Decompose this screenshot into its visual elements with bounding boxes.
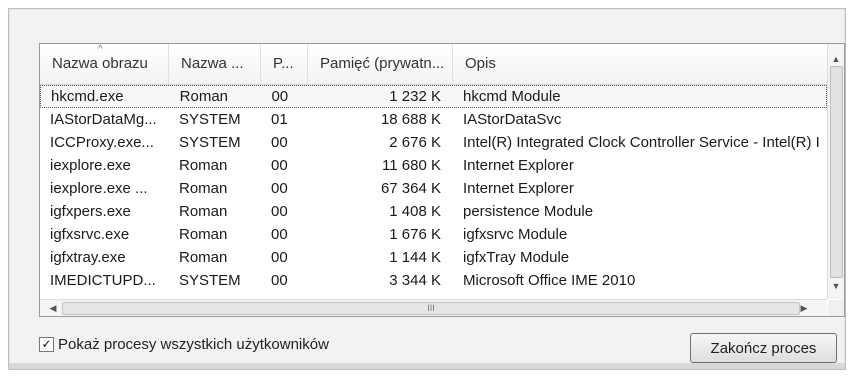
list-header: ^ Nazwa obrazu Nazwa ... P... Pamięć (pr… — [40, 44, 827, 85]
scroll-down-arrow-icon[interactable]: ▼ — [828, 277, 844, 295]
process-image-name: hkcmd.exe — [51, 88, 124, 105]
process-row[interactable]: iexplore.exe ... Roman 00 67 364 K Internet … — [40, 177, 827, 200]
process-list[interactable]: ^ Nazwa obrazu Nazwa ... P... Pamięć (pr… — [39, 43, 845, 317]
process-row[interactable]: IAStorDataMg... SYSTEM 01 18 688 K IAStorDat… — [40, 108, 827, 131]
process-image-name: iexplore.exe ... — [50, 180, 148, 197]
process-image-name: IAStorDataMg... — [50, 111, 157, 128]
process-description: igfxsrvc Module — [463, 226, 568, 243]
horizontal-scroll-thumb[interactable]: III — [62, 302, 800, 315]
process-user-name: SYSTEM — [179, 272, 241, 289]
process-private-memory: 11 680 K — [382, 157, 441, 174]
process-cpu: 01 — [271, 111, 288, 128]
column-header-cpu[interactable]: P... — [261, 44, 308, 84]
process-user-name: Roman — [179, 226, 228, 243]
process-row[interactable]: iexplore.exe Roman 00 11 680 K Internet Expl… — [40, 154, 827, 177]
process-private-memory: 2 676 K — [389, 134, 441, 151]
process-description: Internet Explorer — [463, 157, 574, 174]
process-cpu: 00 — [271, 249, 288, 266]
process-description: igfxTray Module — [463, 249, 570, 266]
scrollbar-corner — [828, 300, 844, 316]
process-private-memory: 67 364 K — [380, 180, 441, 197]
process-rows: hkcmd.exe Roman 00 1 232 K hkcmd Module IASto… — [40, 85, 827, 292]
process-user-name: SYSTEM — [179, 111, 241, 128]
vertical-scrollbar[interactable]: ▲ ▼ — [827, 44, 844, 299]
vertical-scroll-thumb[interactable] — [830, 66, 843, 278]
process-description: Microsoft Office IME 2010 — [463, 272, 636, 289]
process-user-name: Roman — [179, 203, 228, 220]
checkmark-icon: ✓ — [41, 336, 52, 351]
column-header-description[interactable]: Opis — [453, 44, 827, 84]
process-image-name: igfxtray.exe — [50, 249, 126, 266]
scroll-grip-icon: III — [427, 303, 435, 313]
process-user-name: Roman — [179, 180, 228, 197]
process-cpu: 00 — [271, 203, 288, 220]
show-all-users-checkbox[interactable]: ✓ — [39, 336, 54, 352]
scroll-right-arrow-icon[interactable]: ▶ — [795, 300, 813, 316]
end-process-button[interactable]: Zakończ proces — [690, 333, 837, 363]
process-user-name: Roman — [179, 157, 228, 174]
process-row[interactable]: igfxsrvc.exe Roman 00 1 676 K igfxsrvc Modul… — [40, 223, 827, 246]
process-image-name: IMEDICTUPD... — [50, 272, 156, 289]
process-cpu: 00 — [271, 272, 288, 289]
process-private-memory: 1 232 K — [389, 88, 441, 105]
show-all-users-label: Pokaż procesy wszystkich użytkowników — [58, 335, 329, 353]
process-cpu: 00 — [271, 134, 288, 151]
process-private-memory: 3 344 K — [389, 272, 441, 289]
scroll-left-arrow-icon[interactable]: ◀ — [44, 300, 62, 316]
process-description: Internet Explorer — [463, 180, 574, 197]
column-header-image-name[interactable]: ^ Nazwa obrazu — [40, 44, 169, 84]
process-private-memory: 1 144 K — [389, 249, 441, 266]
process-description: IAStorDataSvc — [463, 111, 562, 128]
process-description: persistence Module — [463, 203, 594, 220]
process-image-name: iexplore.exe — [50, 157, 131, 174]
horizontal-scrollbar[interactable]: ◀ III ▶ — [40, 299, 827, 316]
process-row[interactable]: IMEDICTUPD... SYSTEM 00 3 344 K Microsoft Of… — [40, 269, 827, 292]
process-image-name: ICCProxy.exe... — [50, 134, 154, 151]
process-row[interactable]: igfxtray.exe Roman 00 1 144 K igfxTray Modul… — [40, 246, 827, 269]
window-bottom-edge — [9, 363, 845, 369]
process-private-memory: 1 676 K — [389, 226, 441, 243]
process-description: hkcmd Module — [463, 88, 561, 105]
process-user-name: Roman — [179, 249, 228, 266]
process-cpu: 00 — [271, 157, 288, 174]
column-header-user-name[interactable]: Nazwa ... — [169, 44, 261, 84]
process-cpu: 00 — [271, 226, 288, 243]
column-header-private-memory[interactable]: Pamięć (prywatn... — [308, 44, 453, 84]
process-cpu: 00 — [271, 88, 289, 105]
process-description: Intel(R) Integrated Clock Controller Ser… — [463, 134, 820, 151]
process-row[interactable]: ICCProxy.exe... SYSTEM 00 2 676 K Intel(R) I… — [40, 131, 827, 154]
task-manager-processes-panel: ^ Nazwa obrazu Nazwa ... P... Pamięć (pr… — [8, 8, 846, 370]
process-cpu: 00 — [271, 180, 288, 197]
process-private-memory: 1 408 K — [389, 203, 441, 220]
process-row[interactable]: igfxpers.exe Roman 00 1 408 K persistence Mo… — [40, 200, 827, 223]
process-private-memory: 18 688 K — [380, 111, 441, 128]
process-image-name: igfxsrvc.exe — [50, 226, 130, 243]
process-user-name: SYSTEM — [179, 134, 241, 151]
sort-ascending-icon: ^ — [98, 44, 103, 55]
process-user-name: Roman — [179, 88, 229, 105]
show-all-users-option[interactable]: ✓ Pokaż procesy wszystkich użytkowników — [39, 335, 329, 353]
process-row[interactable]: hkcmd.exe Roman 00 1 232 K hkcmd Module — [40, 85, 827, 108]
process-image-name: igfxpers.exe — [50, 203, 131, 220]
